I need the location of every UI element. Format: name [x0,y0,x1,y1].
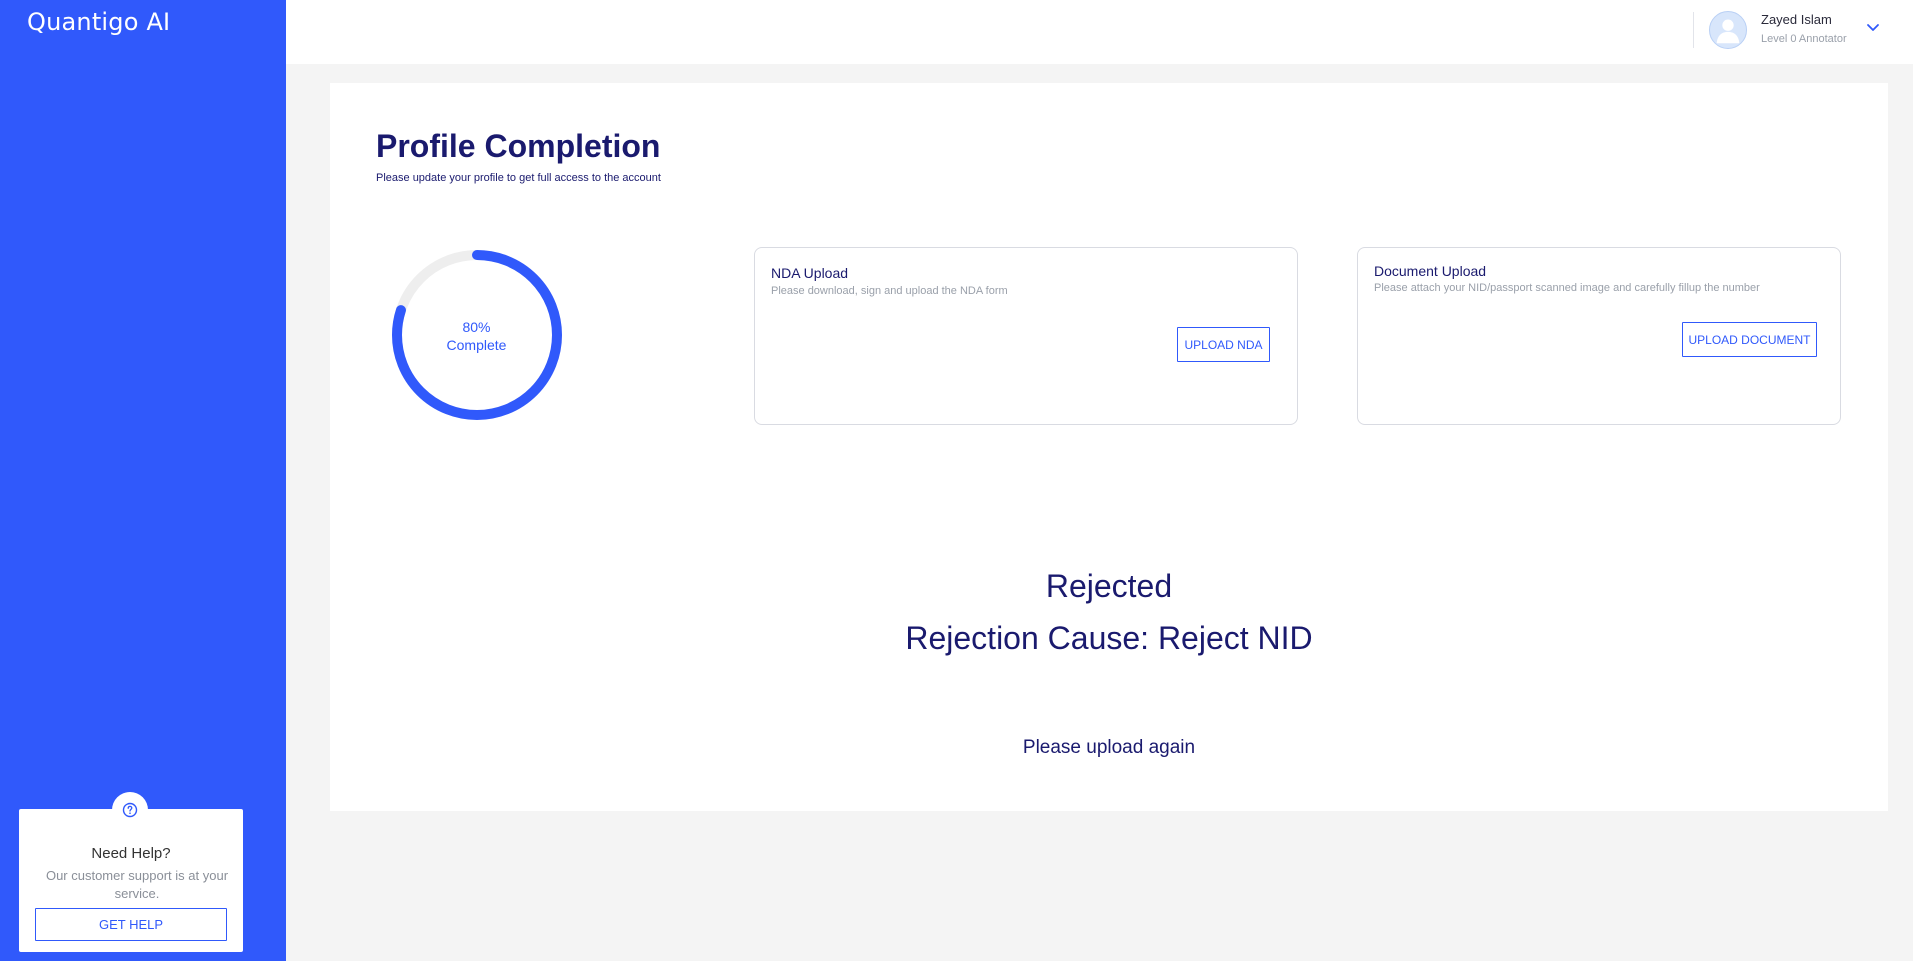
help-title: Need Help? [91,845,171,862]
main-content-card [330,83,1888,811]
document-upload-card: Document Upload Please attach your NID/p… [1357,247,1841,425]
nda-upload-card: NDA Upload Please download, sign and upl… [754,247,1298,425]
user-name[interactable]: Zayed Islam [1761,12,1832,27]
document-upload-title: Document Upload [1374,263,1487,279]
question-circle-icon [122,802,138,818]
upload-again-message: Please upload again [1022,737,1196,758]
upload-nda-button[interactable]: UPLOAD NDA [1177,327,1270,362]
nda-upload-description: Please download, sign and upload the NDA… [771,285,1008,297]
nda-upload-title: NDA Upload [771,265,849,281]
get-help-button[interactable]: GET HELP [35,908,227,941]
user-level: Level 0 Annotator [1761,33,1847,45]
rejection-status: Rejected [1045,568,1173,604]
page-title: Profile Completion [376,128,661,164]
help-icon-container [112,792,148,828]
help-description: Our customer support is at your service. [45,868,229,901]
brand-logo[interactable]: Quantigo AI [27,8,170,36]
document-upload-description: Please attach your NID/passport scanned … [1374,282,1760,294]
upload-document-button[interactable]: UPLOAD DOCUMENT [1682,322,1817,357]
user-avatar-icon[interactable] [1709,11,1747,49]
help-card: Need Help? Our customer support is at yo… [19,792,243,952]
progress-caption: Complete [446,337,507,353]
sidebar: Quantigo AI Need Help? Our customer supp… [0,0,286,961]
progress-label: 80% Complete [388,318,565,354]
progress-percent: 80% [462,319,491,335]
rejection-cause: Rejection Cause: Reject NID [905,620,1313,656]
page-subtitle: Please update your profile to get full a… [376,172,661,184]
chevron-down-icon[interactable] [1866,20,1880,34]
avatar-person-icon [1716,19,1740,44]
top-header [286,0,1913,64]
header-divider [1693,12,1694,48]
